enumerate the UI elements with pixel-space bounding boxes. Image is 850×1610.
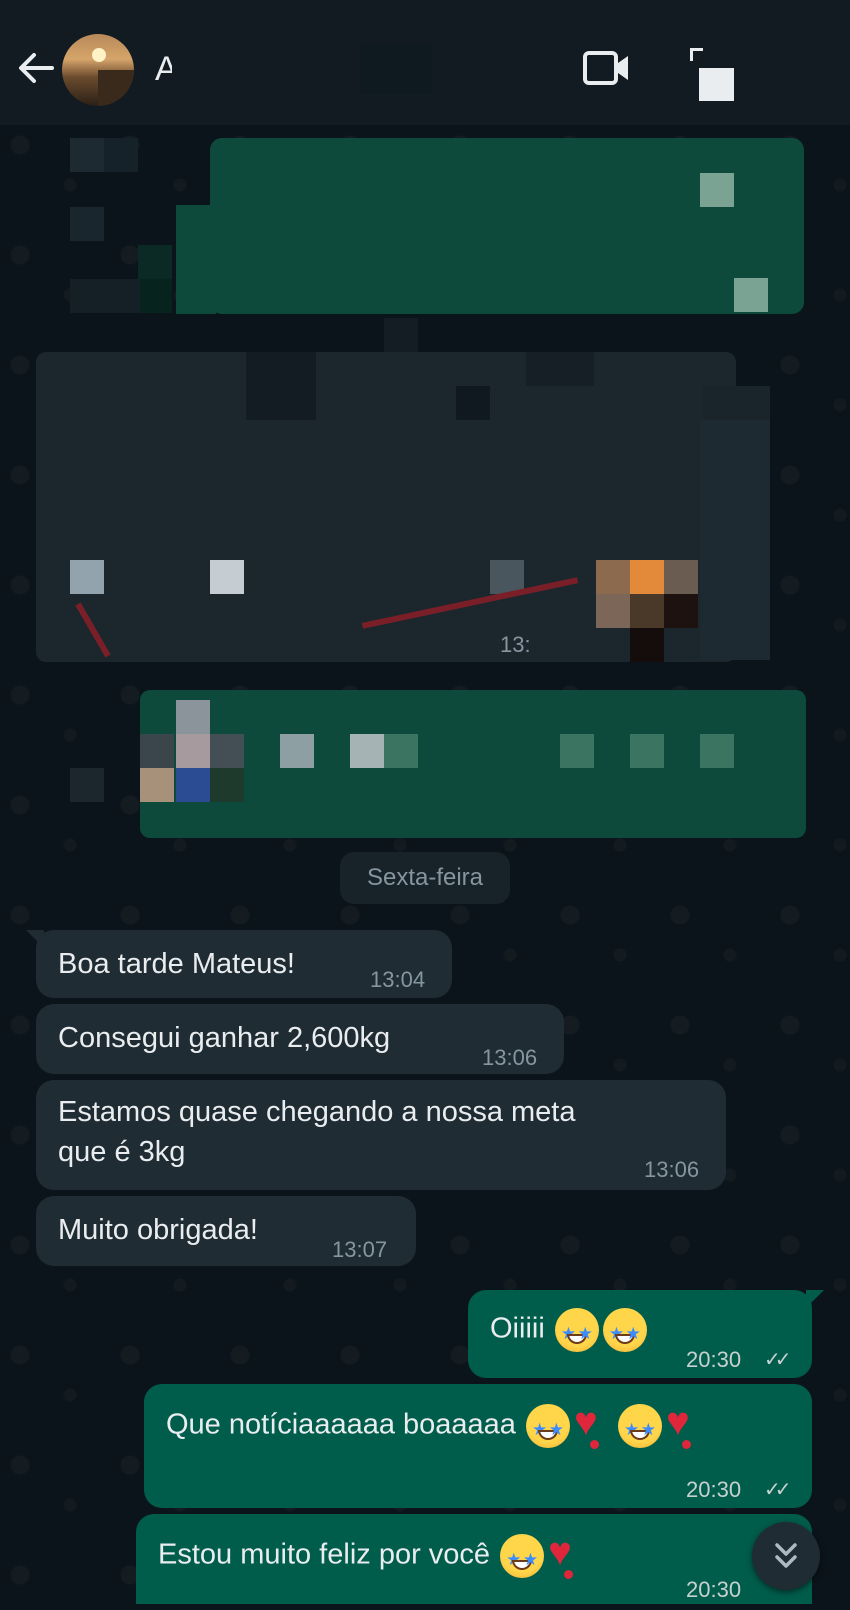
chat-header: A lia [0,0,850,125]
heart-exclamation-emoji-icon: ♥ [548,1532,588,1580]
scroll-to-bottom-button[interactable] [752,1522,820,1590]
star-struck-emoji-icon [617,1404,662,1450]
avatar[interactable] [62,34,134,106]
message-bubble-incoming[interactable]: Estamos quase chegando a nossa meta que … [36,1080,726,1190]
message-bubble-incoming[interactable]: Muito obrigada! 13:07 [36,1196,416,1266]
arrow-left-icon [19,53,54,83]
star-struck-emoji-icon [500,1534,545,1580]
message-time: 20:30 [686,1347,742,1372]
voice-call-button[interactable] [690,44,738,104]
heart-exclamation-emoji-icon: ♥ [574,1402,614,1450]
date-separator: Sexta-feira [340,852,510,904]
message-time: 13: [500,632,531,657]
voice-call-icon [690,48,703,61]
redaction-block [172,40,302,98]
message-time: 13:07 [332,1237,388,1262]
message-text: Consegui ganhar 2,600kg [58,1022,391,1054]
message-time: 13:06 [644,1157,700,1182]
message-text: Boa tarde Mateus! [58,948,295,980]
double-check-icon: ✓✓ [764,1479,791,1501]
message-time: 13:06 [482,1045,538,1070]
message-text: Oiiiii [490,1312,545,1345]
message-time: 13:04 [370,967,426,992]
message-text: Muito obrigada! [58,1214,258,1246]
heart-exclamation-emoji-icon: ♥ [666,1402,706,1450]
message-text: Estamos quase chegando a nossa meta [58,1096,576,1128]
message-text: que é 3kg [58,1136,186,1168]
message-bubble-outgoing[interactable]: Oiiiii 20:30 ✓✓ [468,1290,812,1378]
message-time: 20:30 [686,1477,742,1502]
message-time: 20:30 [686,1577,742,1602]
video-call-button[interactable] [582,48,632,88]
message-text: Estou muito feliz por você [158,1538,491,1571]
video-call-icon [583,51,628,85]
star-struck-emoji-icon [554,1308,599,1354]
message-bubble-outgoing[interactable]: Que notíciaaaaaa boaaaaa ♥ ♥ 20:30 ✓✓ [144,1384,812,1508]
message-bubble-incoming[interactable]: Boa tarde Mateus! 13:04 [36,930,452,998]
message-bubble-outgoing[interactable]: Estou muito feliz por você ♥ 20:30 [136,1514,812,1604]
redaction-block [360,44,432,94]
double-check-icon: ✓✓ [764,1349,791,1371]
star-struck-emoji-icon [525,1404,570,1450]
message-bubble-incoming[interactable]: Consegui ganhar 2,600kg 13:06 [36,1004,564,1074]
double-chevron-down-icon [775,1543,797,1568]
message-text: Que notíciaaaaaa boaaaaa [166,1408,516,1441]
star-struck-emoji-icon [602,1308,647,1354]
back-button[interactable] [14,46,58,90]
